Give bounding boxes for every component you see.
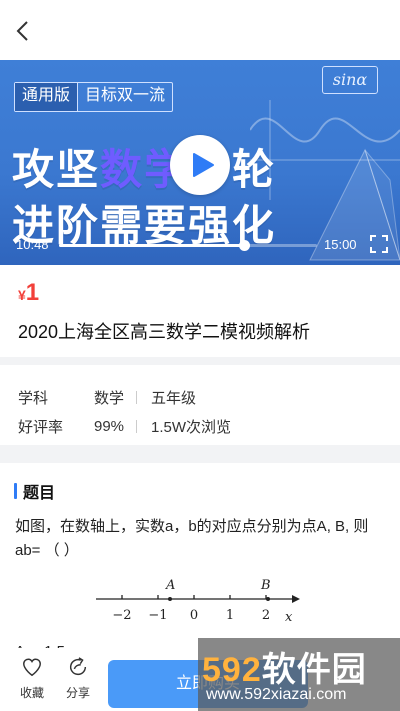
price-value: 1 <box>25 279 40 306</box>
watermark-logo: 592软件园 <box>202 651 367 689</box>
video-badges: 通用版 目标双一流 <box>14 82 174 112</box>
play-button[interactable] <box>170 135 230 195</box>
subject-value: 数学 <box>94 390 125 407</box>
progress-track[interactable] <box>59 240 317 251</box>
divider <box>136 420 138 433</box>
top-bar <box>0 0 400 60</box>
favorite-button[interactable]: 收藏 <box>12 656 52 701</box>
subject-label: 学科 <box>18 390 49 407</box>
course-info: ¥1 2020上海全区高三数学二模视频解析 <box>0 265 400 357</box>
rating-label: 好评率 <box>18 419 64 436</box>
heading-accent-bar <box>14 483 17 499</box>
number-line-tick-label: −1 <box>148 608 167 623</box>
fullscreen-icon[interactable] <box>370 235 388 253</box>
current-time: 10:48 <box>16 237 49 252</box>
video-player[interactable]: 通用版 目标双一流 sinα 攻坚数学一轮 进阶需要强化 10:48 15:00 <box>0 60 400 265</box>
heart-icon <box>23 658 41 677</box>
progress-fill <box>59 244 245 247</box>
video-headline-line1: 攻坚数学一轮 <box>12 146 277 193</box>
total-time: 15:00 <box>324 237 357 252</box>
course-title: 2020上海全区高三数学二模视频解析 <box>18 322 311 342</box>
number-line-tick-label: 2 <box>262 608 270 623</box>
meta-row-rating: 好评率 99% 1.5W次浏览 <box>18 416 231 437</box>
site-watermark: 592软件园 www.592xiazai.com <box>198 638 400 711</box>
play-icon <box>192 153 214 177</box>
chevron-left-icon <box>16 21 28 41</box>
number-line-tick-label: −2 <box>112 608 131 623</box>
share-button[interactable]: 分享 <box>58 656 98 701</box>
views-value: 1.5W次浏览 <box>151 419 232 436</box>
number-line-figure: −2 −1 0 1 2 A B x <box>96 578 300 625</box>
watermark-url: www.592xiazai.com <box>206 686 347 703</box>
favorite-label: 收藏 <box>19 686 44 700</box>
badge-general: 通用版 <box>15 83 79 111</box>
question-heading: 题目 <box>14 479 55 503</box>
formula-tag: sinα <box>322 66 378 94</box>
question-text: 如图，在数轴上，实数a，b的对应点分别为点A, B, 则ab= （ ） <box>15 518 369 559</box>
price-currency: ¥ <box>18 287 26 303</box>
share-label: 分享 <box>65 686 90 700</box>
badge-target: 目标双一流 <box>85 87 166 104</box>
course-price: ¥1 <box>18 279 39 307</box>
point-b-dot <box>266 597 270 601</box>
point-a-label: A <box>165 578 175 593</box>
point-a-dot <box>168 597 172 601</box>
rating-value: 99% <box>94 418 125 435</box>
number-line-tick-label: 0 <box>190 608 198 623</box>
back-button[interactable] <box>10 18 34 44</box>
number-line-tick-label: 1 <box>226 608 234 623</box>
point-b-label: B <box>260 578 271 593</box>
axis-label-x: x <box>285 610 293 625</box>
course-meta: 学科 数学 五年级 好评率 99% 1.5W次浏览 <box>0 365 400 445</box>
meta-row-subject: 学科 数学 五年级 <box>18 387 196 408</box>
share-icon <box>70 657 87 676</box>
question-heading-text: 题目 <box>23 485 56 502</box>
divider <box>136 391 138 404</box>
grade-value: 五年级 <box>151 390 197 407</box>
